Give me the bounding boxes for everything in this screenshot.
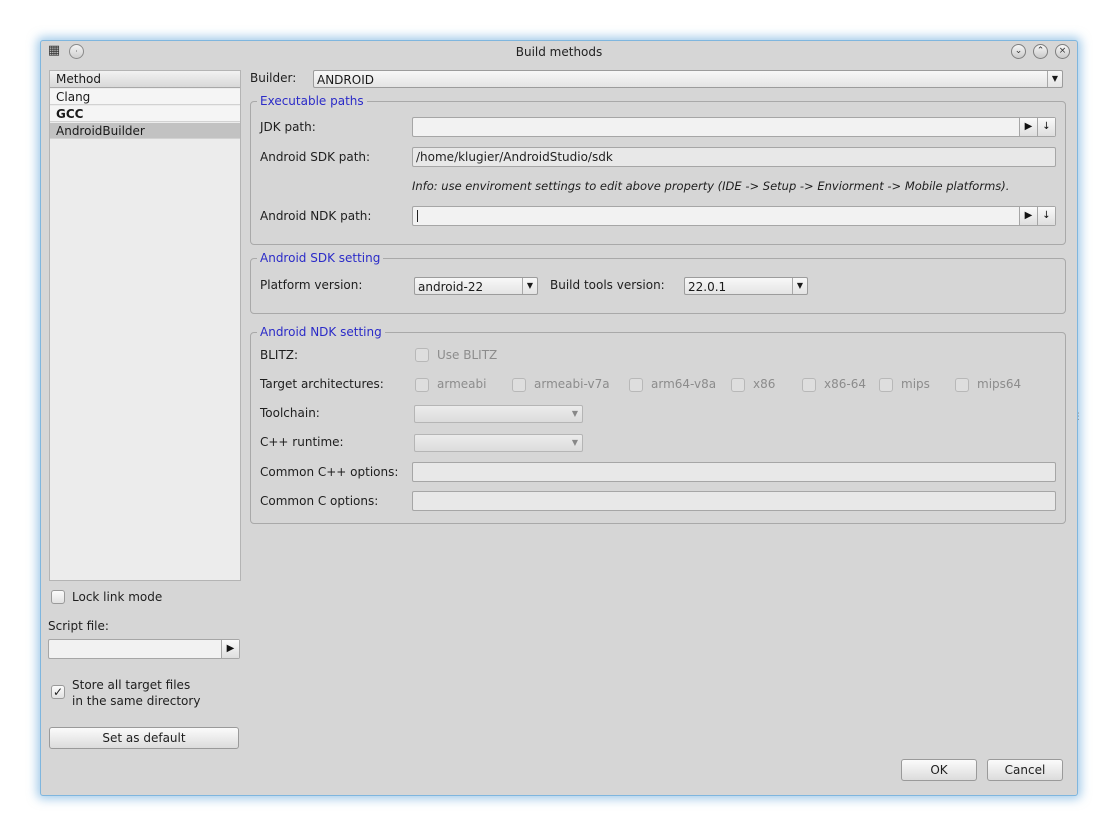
android-ndk-path-input[interactable]: ▶ ↓ — [412, 206, 1056, 226]
android-sdk-setting-title: Android SDK setting — [257, 251, 384, 265]
platform-version-label: Platform version: — [260, 278, 363, 292]
blitz-label: BLITZ: — [260, 348, 299, 362]
text-cursor — [417, 210, 418, 222]
use-blitz-checkbox[interactable] — [415, 348, 429, 362]
method-column-header[interactable]: Method — [50, 71, 240, 88]
store-files-checkbox[interactable]: ✓ — [51, 685, 65, 699]
common-c-options-input[interactable] — [412, 491, 1056, 511]
jdk-path-input[interactable]: ▶ ↓ — [412, 117, 1056, 137]
arch-checkbox-arm64-v8a[interactable] — [629, 378, 643, 392]
android-sdk-path-field: /home/klugier/AndroidStudio/sdk — [412, 147, 1056, 167]
maximize-icon[interactable]: ⌃ — [1033, 44, 1048, 59]
method-item-gcc[interactable]: GCC — [50, 106, 240, 122]
builder-label: Builder: — [250, 71, 297, 85]
build-tools-version-select[interactable]: 22.0.1 ▼ — [684, 277, 808, 295]
resize-grip-icon[interactable]: ⋮ — [1074, 412, 1083, 422]
arch-checkbox-armeabi[interactable] — [415, 378, 429, 392]
arch-label-x86-64: x86-64 — [824, 377, 866, 391]
builder-value: ANDROID — [317, 73, 374, 87]
toolchain-label: Toolchain: — [260, 406, 320, 420]
android-sdk-path-value: /home/klugier/AndroidStudio/sdk — [416, 150, 613, 164]
arch-label-armeabi: armeabi — [437, 377, 487, 391]
arch-checkbox-armeabi-v7a[interactable] — [512, 378, 526, 392]
platform-version-value: android-22 — [418, 280, 484, 294]
chevron-down-icon: ▼ — [571, 409, 579, 418]
title-bar[interactable]: ▦ · Build methods ⌄ ⌃ × — [41, 41, 1077, 63]
arch-label-arm64-v8a: arm64-v8a — [651, 377, 717, 391]
window-title: Build methods — [515, 45, 603, 59]
android-ndk-setting-title: Android NDK setting — [257, 325, 385, 339]
build-tools-version-value: 22.0.1 — [688, 280, 727, 294]
common-c-options-label: Common C options: — [260, 494, 379, 508]
chevron-down-icon: ▼ — [792, 278, 807, 294]
lock-link-checkbox[interactable] — [51, 590, 65, 604]
common-cpp-options-label: Common C++ options: — [260, 465, 399, 479]
executable-paths-title: Executable paths — [257, 94, 367, 108]
arch-checkbox-x86[interactable] — [731, 378, 745, 392]
chevron-down-icon: ▼ — [571, 438, 579, 447]
build-methods-window: ▦ · Build methods ⌄ ⌃ × Method Clang GCC… — [40, 40, 1083, 796]
ok-button[interactable]: OK — [901, 759, 977, 781]
download-arrow-icon[interactable]: ↓ — [1037, 118, 1055, 136]
jdk-path-label: JDK path: — [260, 120, 316, 134]
cpp-runtime-select[interactable]: ▼ — [414, 434, 583, 452]
lock-link-label: Lock link mode — [72, 590, 163, 604]
check-icon: ✓ — [52, 685, 64, 699]
store-files-label-line1: Store all target files — [72, 678, 191, 692]
download-arrow-icon[interactable]: ↓ — [1037, 207, 1055, 225]
arch-checkbox-x86-64[interactable] — [802, 378, 816, 392]
method-item-clang[interactable]: Clang — [50, 89, 240, 105]
builder-select[interactable]: ANDROID ▼ — [313, 70, 1063, 88]
android-ndk-path-label: Android NDK path: — [260, 209, 372, 223]
arch-label-x86: x86 — [753, 377, 776, 391]
script-file-input[interactable]: ▶ — [48, 639, 240, 659]
arch-label-mips: mips — [901, 377, 930, 391]
build-tools-version-label: Build tools version: — [550, 278, 665, 292]
sdk-info-text: Info: use enviroment settings to edit ab… — [412, 179, 1010, 193]
arch-checkbox-mips64[interactable] — [955, 378, 969, 392]
cpp-runtime-label: C++ runtime: — [260, 435, 344, 449]
browse-arrow-icon[interactable]: ▶ — [221, 640, 239, 658]
chevron-down-icon: ▼ — [522, 278, 537, 294]
android-sdk-path-label: Android SDK path: — [260, 150, 371, 164]
use-blitz-label: Use BLITZ — [437, 348, 498, 362]
method-item-androidbuilder[interactable]: AndroidBuilder — [50, 123, 240, 139]
chevron-down-icon: ▼ — [1047, 71, 1062, 87]
cancel-button[interactable]: Cancel — [987, 759, 1063, 781]
common-cpp-options-input[interactable] — [412, 462, 1056, 482]
arch-label-armeabi-v7a: armeabi-v7a — [534, 377, 610, 391]
arch-label-mips64: mips64 — [977, 377, 1022, 391]
toolchain-select[interactable]: ▼ — [414, 405, 583, 423]
minimize-icon[interactable]: ⌄ — [1011, 44, 1026, 59]
close-icon[interactable]: × — [1055, 44, 1070, 59]
set-as-default-button[interactable]: Set as default — [49, 727, 239, 749]
arch-checkbox-mips[interactable] — [879, 378, 893, 392]
browse-arrow-icon[interactable]: ▶ — [1019, 118, 1037, 136]
platform-version-select[interactable]: android-22 ▼ — [414, 277, 538, 295]
store-files-label-line2: in the same directory — [72, 694, 201, 708]
script-file-label: Script file: — [48, 619, 109, 633]
method-list[interactable]: Method Clang GCC AndroidBuilder — [49, 70, 241, 581]
browse-arrow-icon[interactable]: ▶ — [1019, 207, 1037, 225]
target-architectures-label: Target architectures: — [260, 377, 384, 391]
